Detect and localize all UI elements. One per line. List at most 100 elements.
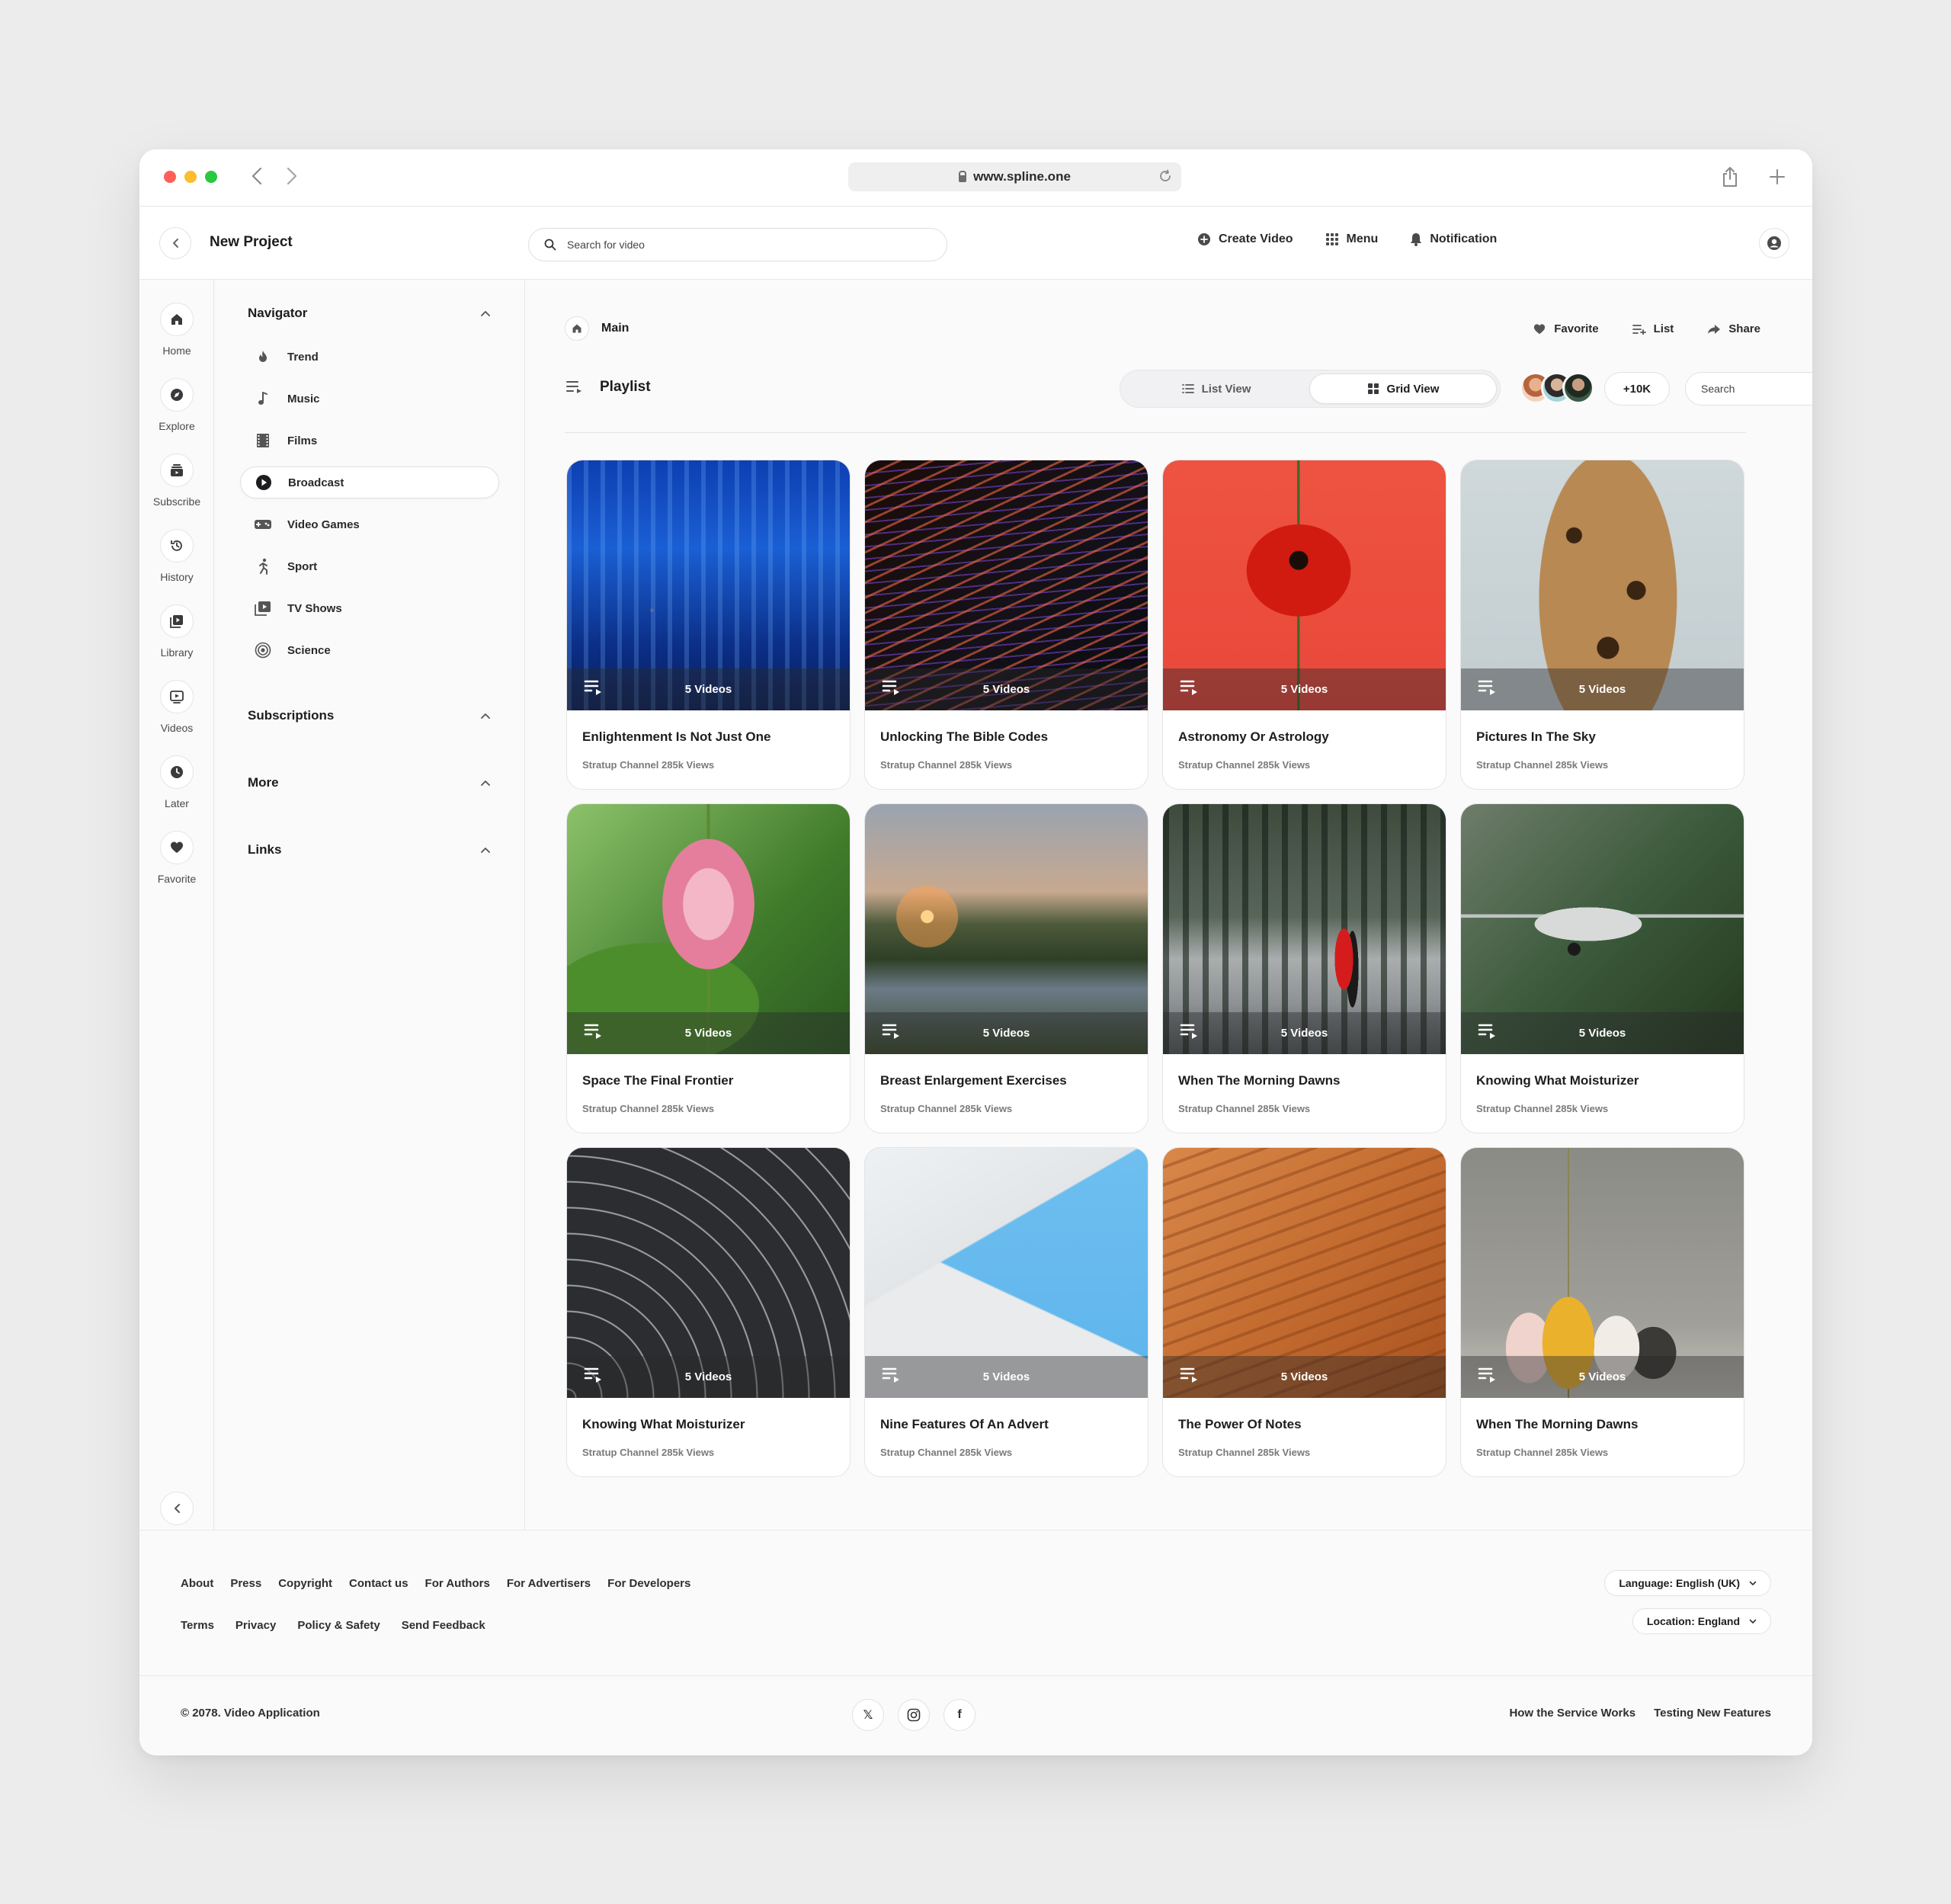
rail-item-library[interactable]: Library [139, 604, 214, 659]
footer-link[interactable]: For Authors [425, 1577, 490, 1590]
playlist-card[interactable]: 5 Videos Unlocking The Bible Codes Strat… [864, 460, 1148, 790]
footer-link[interactable]: Privacy [235, 1619, 276, 1632]
nav-item-science[interactable]: Science [240, 634, 499, 666]
playlist-card[interactable]: 5 Videos Space The Final Frontier Stratu… [566, 803, 851, 1133]
nav-item-tv-shows[interactable]: TV Shows [240, 592, 499, 624]
playlist-search-input[interactable]: Search ⌘K [1685, 372, 1812, 405]
notification-button[interactable]: Notification [1410, 232, 1497, 246]
footer-link[interactable]: Contact us [349, 1577, 408, 1590]
footer-link[interactable]: How the Service Works [1509, 1707, 1635, 1720]
rail-item-explore[interactable]: Explore [139, 378, 214, 432]
list-button[interactable]: List [1632, 322, 1674, 335]
nav-item-video-games[interactable]: Video Games [240, 508, 499, 540]
footer-link[interactable]: Terms [181, 1619, 214, 1632]
language-select[interactable]: Language: English (UK) [1604, 1570, 1771, 1596]
footer-link[interactable]: For Advertisers [507, 1577, 591, 1590]
card-meta: Stratup Channel 285k Views [1178, 759, 1311, 771]
footer-link[interactable]: Press [230, 1577, 261, 1590]
nav-item-sport[interactable]: Sport [240, 550, 499, 582]
rail-item-later[interactable]: Later [139, 755, 214, 809]
new-tab-plus-icon[interactable] [1765, 165, 1789, 189]
playlist-card[interactable]: 5 Videos Knowing What Moisturizer Stratu… [566, 1147, 851, 1477]
nav-item-films[interactable]: Films [240, 425, 499, 457]
clock-icon [160, 755, 194, 789]
footer-bottom: © 2078. Video Application 𝕏 f How the Se… [139, 1675, 1812, 1755]
back-button[interactable] [159, 227, 191, 259]
address-bar[interactable]: www.spline.one [848, 162, 1181, 191]
reload-icon[interactable] [1158, 169, 1172, 183]
close-window-button[interactable] [164, 171, 176, 183]
rail-item-videos[interactable]: Videos [139, 680, 214, 734]
navigator-header[interactable]: Navigator [248, 306, 492, 321]
minimize-window-button[interactable] [184, 171, 197, 183]
language-value: Language: English (UK) [1619, 1577, 1740, 1589]
breadcrumb-main[interactable]: Main [601, 322, 629, 335]
grid-view-button[interactable]: Grid View [1309, 373, 1497, 404]
playlist-card[interactable]: 5 Videos The Power Of Notes Stratup Chan… [1162, 1147, 1446, 1477]
card-thumbnail: 5 Videos [1461, 804, 1744, 1054]
playlist-card[interactable]: 5 Videos Pictures In The Sky Stratup Cha… [1460, 460, 1744, 790]
more-header[interactable]: More [248, 775, 492, 790]
x-logo-icon[interactable]: 𝕏 [852, 1699, 884, 1731]
playlist-card[interactable]: 5 Videos Enlightenment Is Not Just One S… [566, 460, 851, 790]
member-avatars[interactable] [1520, 372, 1594, 404]
share-icon[interactable] [1718, 165, 1742, 189]
card-overlay: 5 Videos [1461, 1012, 1744, 1054]
nav-item-music[interactable]: Music [240, 383, 499, 415]
footer-link[interactable]: About [181, 1577, 213, 1590]
nav-item-broadcast[interactable]: Broadcast [240, 466, 499, 498]
links-header[interactable]: Links [248, 842, 492, 857]
create-video-button[interactable]: Create Video [1197, 232, 1293, 246]
playlist-icon [1180, 1024, 1197, 1039]
playlist-card[interactable]: 5 Videos Astronomy Or Astrology Stratup … [1162, 460, 1446, 790]
location-select[interactable]: Location: England [1632, 1608, 1771, 1634]
instagram-icon[interactable] [898, 1699, 930, 1731]
card-meta: Stratup Channel 285k Views [582, 1447, 715, 1458]
collapse-sidebar-button[interactable] [160, 1492, 194, 1525]
search-input[interactable]: Search for video [528, 228, 947, 261]
members-count-badge[interactable]: +10K [1604, 372, 1670, 405]
video-count: 5 Videos [1578, 1370, 1626, 1383]
avatar [1562, 372, 1594, 404]
facebook-icon[interactable]: f [943, 1699, 976, 1731]
user-icon [1767, 236, 1781, 250]
plus-circle-icon [1198, 233, 1210, 245]
video-count: 5 Videos [982, 1027, 1030, 1040]
favorite-button[interactable]: Favorite [1533, 322, 1599, 335]
playlist-card[interactable]: 5 Videos Nine Features Of An Advert Stra… [864, 1147, 1148, 1477]
user-account-button[interactable] [1759, 228, 1789, 258]
video-count: 5 Videos [982, 1370, 1030, 1383]
navigator-panel: Navigator Trend Music Films Broadcast Vi… [214, 280, 525, 1530]
video-count: 5 Videos [1280, 1027, 1328, 1040]
playlist-card[interactable]: 5 Videos When The Morning Dawns Stratup … [1460, 1147, 1744, 1477]
card-overlay: 5 Videos [1163, 668, 1446, 710]
rail-item-home[interactable]: Home [139, 303, 214, 357]
chevron-left-icon[interactable] [246, 163, 268, 189]
video-count: 5 Videos [684, 1027, 732, 1040]
footer-link[interactable]: Copyright [278, 1577, 332, 1590]
playlist-card[interactable]: 5 Videos Knowing What Moisturizer Stratu… [1460, 803, 1744, 1133]
card-thumbnail: 5 Videos [1163, 1148, 1446, 1398]
card-overlay: 5 Videos [1163, 1356, 1446, 1398]
section-title: More [248, 775, 279, 790]
nav-item-trend[interactable]: Trend [240, 341, 499, 373]
home-icon[interactable] [565, 316, 589, 341]
rail-item-history[interactable]: History [139, 529, 214, 583]
footer-link[interactable]: Testing New Features [1654, 1707, 1771, 1720]
rail-item-subscribe[interactable]: Subscribe [139, 454, 214, 508]
video-icon [160, 680, 194, 713]
chevron-right-icon[interactable] [281, 163, 303, 189]
card-title: Astronomy Or Astrology [1178, 729, 1329, 744]
menu-button[interactable]: Menu [1325, 232, 1378, 246]
share-button[interactable]: Share [1707, 322, 1760, 335]
rail-item-favorite[interactable]: Favorite [139, 831, 214, 885]
subscriptions-header[interactable]: Subscriptions [248, 708, 492, 723]
playlist-card[interactable]: 5 Videos Breast Enlargement Exercises St… [864, 803, 1148, 1133]
card-overlay: 5 Videos [865, 1012, 1148, 1054]
footer-link[interactable]: For Developers [607, 1577, 690, 1590]
footer-link[interactable]: Policy & Safety [297, 1619, 380, 1632]
footer-link[interactable]: Send Feedback [402, 1619, 485, 1632]
playlist-card[interactable]: 5 Videos When The Morning Dawns Stratup … [1162, 803, 1446, 1133]
maximize-window-button[interactable] [205, 171, 217, 183]
list-view-button[interactable]: List View [1123, 373, 1309, 404]
